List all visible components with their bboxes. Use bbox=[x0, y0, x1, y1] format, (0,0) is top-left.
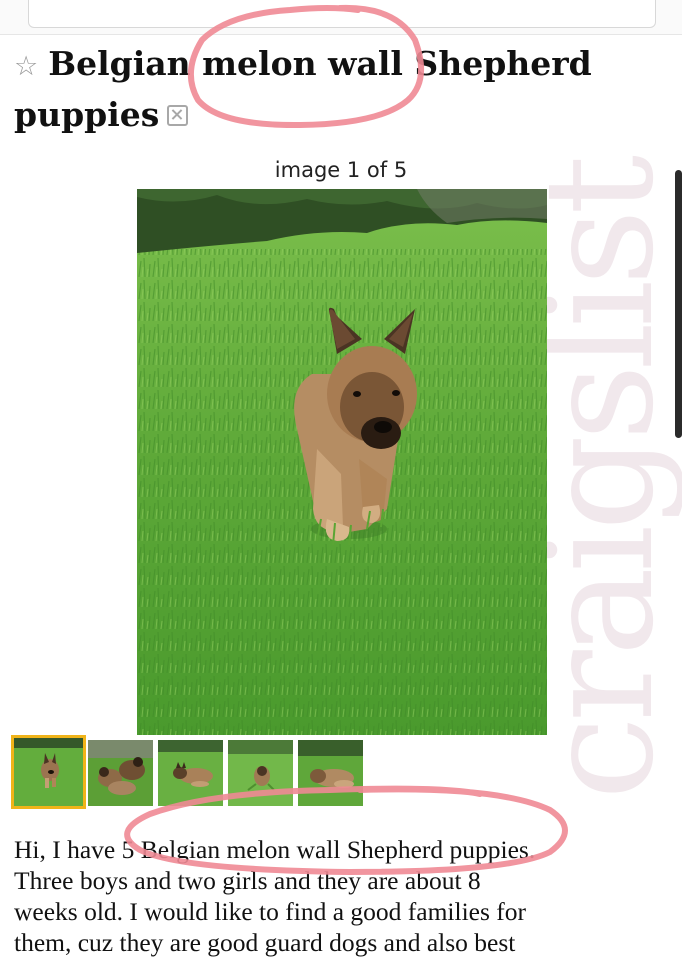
star-icon[interactable]: ☆ bbox=[14, 51, 38, 82]
thumbnail-2-image bbox=[88, 740, 153, 806]
description-line: weeks old. I would like to find a good f… bbox=[14, 897, 527, 926]
thumbnail-3[interactable] bbox=[158, 740, 223, 806]
title-line-2: puppies bbox=[14, 95, 160, 134]
title-line-1: Belgian melon wall Shepherd bbox=[48, 44, 592, 83]
description-line: Hi, I have 5 Belgian melon wall Shepherd… bbox=[14, 835, 536, 864]
scrollbar[interactable] bbox=[675, 170, 682, 438]
image-counter: image 1 of 5 bbox=[274, 158, 408, 182]
craigslist-watermark: craigslist bbox=[513, 160, 682, 800]
thumbnail-5-image bbox=[298, 740, 363, 806]
thumbnail-1-image bbox=[14, 738, 83, 806]
thumbnail-1[interactable] bbox=[14, 738, 83, 806]
posting-body: Hi, I have 5 Belgian melon wall Shepherd… bbox=[14, 834, 674, 958]
thumbnail-2[interactable] bbox=[88, 740, 153, 806]
thumbnail-4-image bbox=[228, 740, 293, 806]
previous-card-edge bbox=[28, 0, 656, 28]
thumbnail-4[interactable] bbox=[228, 740, 293, 806]
main-photo[interactable] bbox=[137, 189, 547, 735]
description-line: them, cuz they are good guard dogs and a… bbox=[14, 928, 516, 957]
hide-icon[interactable] bbox=[167, 105, 189, 126]
top-bar bbox=[0, 0, 682, 35]
thumbnail-3-image bbox=[158, 740, 223, 806]
posting-title: ☆ Belgian melon wall Shepherd puppies bbox=[14, 40, 634, 139]
thumbnail-strip bbox=[14, 738, 364, 810]
thumbnail-5[interactable] bbox=[298, 740, 363, 806]
puppy-photo bbox=[137, 189, 547, 735]
description-line: Three boys and two girls and they are ab… bbox=[14, 866, 481, 895]
